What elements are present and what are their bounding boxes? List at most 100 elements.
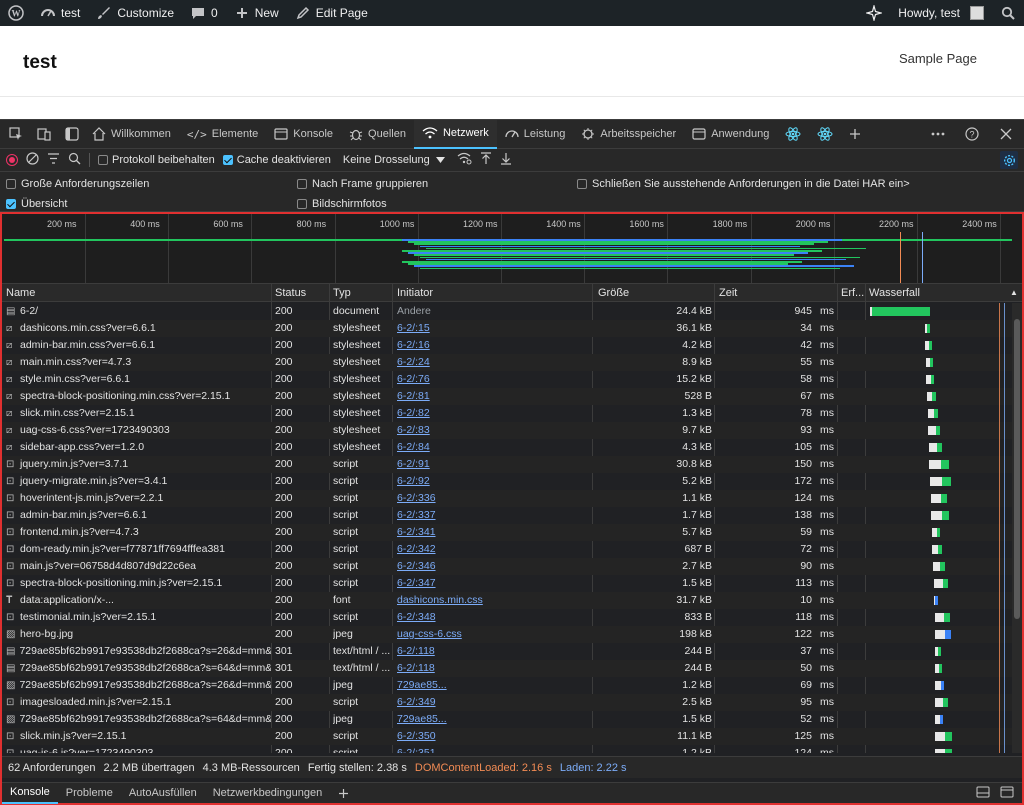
table-row[interactable]: ▨ 729ae85bf62b9917e93538db2f2688ca?s=64&d…	[2, 711, 1012, 728]
cell-initiator[interactable]: dashicons.min.css	[397, 594, 587, 606]
table-row[interactable]: ⊡ testimonial.min.js?ver=2.15.1 200 script 6…	[2, 609, 1012, 626]
import-har-button[interactable]	[480, 152, 492, 168]
close-devtools-button[interactable]	[994, 122, 1018, 146]
tab-react-profiler[interactable]	[809, 120, 841, 149]
column-type[interactable]: Typ	[333, 287, 351, 299]
tab-willkommen[interactable]: Willkommen	[84, 120, 179, 149]
clear-button[interactable]	[26, 152, 39, 168]
cell-initiator[interactable]: 729ae85...	[397, 713, 587, 725]
table-row[interactable]: ▤ 6-2/200 document Andere 24.4 kB 945 ms	[2, 303, 1012, 320]
throttling-select[interactable]: Keine Drosselung	[339, 154, 449, 166]
cell-initiator[interactable]: 6-2/:336	[397, 492, 587, 504]
table-row[interactable]: ⧄ admin-bar.min.css?ver=6.6.1 200 styleshee…	[2, 337, 1012, 354]
group-by-frame-checkbox[interactable]: Nach Frame gruppieren	[297, 178, 428, 190]
table-row[interactable]: ⊡ main.js?ver=06758d4d807d9d22c6ea 200 scri…	[2, 558, 1012, 575]
table-row[interactable]: ⊡ jquery.min.js?ver=3.7.1 200 script 6-2/:91…	[2, 456, 1012, 473]
new-content-link[interactable]: New	[226, 0, 287, 26]
column-status[interactable]: Status	[275, 287, 306, 299]
table-row[interactable]: ⊡ dom-ready.min.js?ver=f77871ff7694fffea3…	[2, 541, 1012, 558]
table-row[interactable]: ⊡ admin-bar.min.js?ver=6.6.1 200 script 6-2/…	[2, 507, 1012, 524]
cell-initiator[interactable]: 6-2/:82	[397, 407, 587, 419]
screenshots-checkbox[interactable]: Bildschirmfotos	[297, 198, 387, 210]
table-row[interactable]: ⊡ imagesloaded.min.js?ver=2.15.1 200 script…	[2, 694, 1012, 711]
tab-react-components[interactable]	[777, 120, 809, 149]
column-time[interactable]: Zeit	[719, 287, 737, 299]
cell-initiator[interactable]: 6-2/:351	[397, 747, 587, 753]
export-har-button[interactable]	[500, 152, 512, 168]
cell-initiator[interactable]: 6-2/:349	[397, 696, 587, 708]
table-row[interactable]: ⊡ uag-js-6.js?ver=1723490303 200 script 6-2/…	[2, 745, 1012, 753]
column-waterfall[interactable]: Wasserfall	[869, 287, 920, 299]
table-row[interactable]: ⧄ sidebar-app.css?ver=1.2.0 200 stylesheet 6…	[2, 439, 1012, 456]
wp-logo-button[interactable]: W	[0, 0, 32, 26]
tab-netzwerk[interactable]: Netzwerk	[413, 119, 497, 149]
cell-initiator[interactable]: uag-css-6.css	[397, 628, 587, 640]
network-conditions-button[interactable]	[457, 152, 472, 168]
cell-initiator[interactable]: 6-2/:342	[397, 543, 587, 555]
add-tab-button[interactable]	[841, 120, 869, 149]
tab-quellen[interactable]: Quellen	[341, 120, 414, 149]
device-emulation-button[interactable]	[32, 122, 56, 146]
vertical-scrollbar[interactable]	[1012, 303, 1022, 753]
table-row[interactable]: ▨ hero-bg.jpg 200 jpeg uag-css-6.css 198 kB 12…	[2, 626, 1012, 643]
column-initiator[interactable]: Initiator	[397, 287, 433, 299]
table-row[interactable]: ⊡ slick.min.js?ver=2.15.1 200 script 6-2/:35…	[2, 728, 1012, 745]
overview-timeline[interactable]: 200 ms 400 ms 600 ms 800 ms 1000 ms 1200 ms 14…	[2, 214, 1022, 284]
table-row[interactable]: ▤ 729ae85bf62b9917e93538db2f2688ca?s=26&d…	[2, 643, 1012, 660]
table-row[interactable]: 𝐓data:application/x-... 200 font dashicons.…	[2, 592, 1012, 609]
table-row[interactable]: ⊡ hoverintent-js.min.js?ver=2.2.1 200 scrip…	[2, 490, 1012, 507]
cell-initiator[interactable]: 6-2/:83	[397, 424, 587, 436]
table-row[interactable]: ⧄ style.min.css?ver=6.6.1 200 stylesheet 6-2…	[2, 371, 1012, 388]
cell-initiator[interactable]: 6-2/:337	[397, 509, 587, 521]
sort-asc-icon[interactable]: ▲	[1010, 288, 1018, 297]
nav-link-sample-page[interactable]: Sample Page	[899, 51, 977, 66]
drawer-tab-probleme[interactable]: Probleme	[58, 783, 121, 804]
preserve-log-checkbox[interactable]: Protokoll beibehalten	[98, 154, 215, 166]
cell-initiator[interactable]: 6-2/:346	[397, 560, 587, 572]
help-button[interactable]: ?	[960, 122, 984, 146]
ai-sparkle-button[interactable]	[858, 0, 890, 26]
drawer-tab-netzwerkbedingungen[interactable]: Netzwerkbedingungen	[205, 783, 330, 804]
table-row[interactable]: ▨ 729ae85bf62b9917e93538db2f2688ca?s=26&d…	[2, 677, 1012, 694]
cell-initiator[interactable]: 6-2/:341	[397, 526, 587, 538]
table-row[interactable]: ⧄ spectra-block-positioning.min.css?ver=2…	[2, 388, 1012, 405]
cell-initiator[interactable]: 6-2/:24	[397, 356, 587, 368]
comments-link[interactable]: 0	[182, 0, 226, 26]
disable-cache-checkbox[interactable]: Cache deaktivieren	[222, 154, 331, 166]
search-button[interactable]	[68, 152, 81, 168]
tab-anwendung[interactable]: Anwendung	[684, 120, 777, 149]
drawer-tab-konsole[interactable]: Konsole	[2, 783, 58, 804]
customize-link[interactable]: Customize	[88, 0, 182, 26]
drawer-add-tab-button[interactable]	[330, 783, 357, 804]
cell-initiator[interactable]: 6-2/:76	[397, 373, 587, 385]
column-size[interactable]: Größe	[598, 287, 629, 299]
cell-initiator[interactable]: 6-2/:118	[397, 645, 587, 657]
network-settings-button[interactable]	[1000, 151, 1018, 169]
tab-elemente[interactable]: </> Elemente	[179, 120, 266, 149]
more-options-button[interactable]	[926, 122, 950, 146]
include-pending-checkbox[interactable]: Schließen Sie ausstehende Anforderungen …	[577, 178, 910, 190]
scrollbar-thumb[interactable]	[1014, 319, 1020, 619]
dock-button[interactable]	[976, 786, 990, 801]
cell-initiator[interactable]: 6-2/:92	[397, 475, 587, 487]
table-row[interactable]: ⊡ spectra-block-positioning.min.js?ver=2.…	[2, 575, 1012, 592]
large-rows-checkbox[interactable]: Große Anforderungszeilen	[6, 178, 149, 190]
my-account-link[interactable]: Howdy, test	[890, 0, 992, 26]
site-name-link[interactable]: test	[32, 0, 88, 26]
cell-initiator[interactable]: 6-2/:347	[397, 577, 587, 589]
cell-initiator[interactable]: 6-2/:348	[397, 611, 587, 623]
tab-konsole[interactable]: Konsole	[266, 120, 341, 149]
inspect-element-button[interactable]	[4, 122, 28, 146]
close-drawer-button[interactable]	[1000, 786, 1014, 801]
tab-arbeitsspeicher[interactable]: Arbeitsspeicher	[573, 120, 684, 149]
cell-initiator[interactable]: 6-2/:91	[397, 458, 587, 470]
drawer-tab-autoausfuellen[interactable]: AutoAusfüllen	[121, 783, 205, 804]
cell-initiator[interactable]: 6-2/:15	[397, 322, 587, 334]
table-row[interactable]: ⧄ uag-css-6.css?ver=1723490303 200 styleshe…	[2, 422, 1012, 439]
cell-initiator[interactable]: 6-2/:350	[397, 730, 587, 742]
overview-checkbox[interactable]: Übersicht	[6, 198, 67, 210]
cell-initiator[interactable]: 6-2/:81	[397, 390, 587, 402]
search-button[interactable]	[992, 0, 1024, 26]
cell-initiator[interactable]: 6-2/:16	[397, 339, 587, 351]
table-row[interactable]: ▤ 729ae85bf62b9917e93538db2f2688ca?s=64&d…	[2, 660, 1012, 677]
